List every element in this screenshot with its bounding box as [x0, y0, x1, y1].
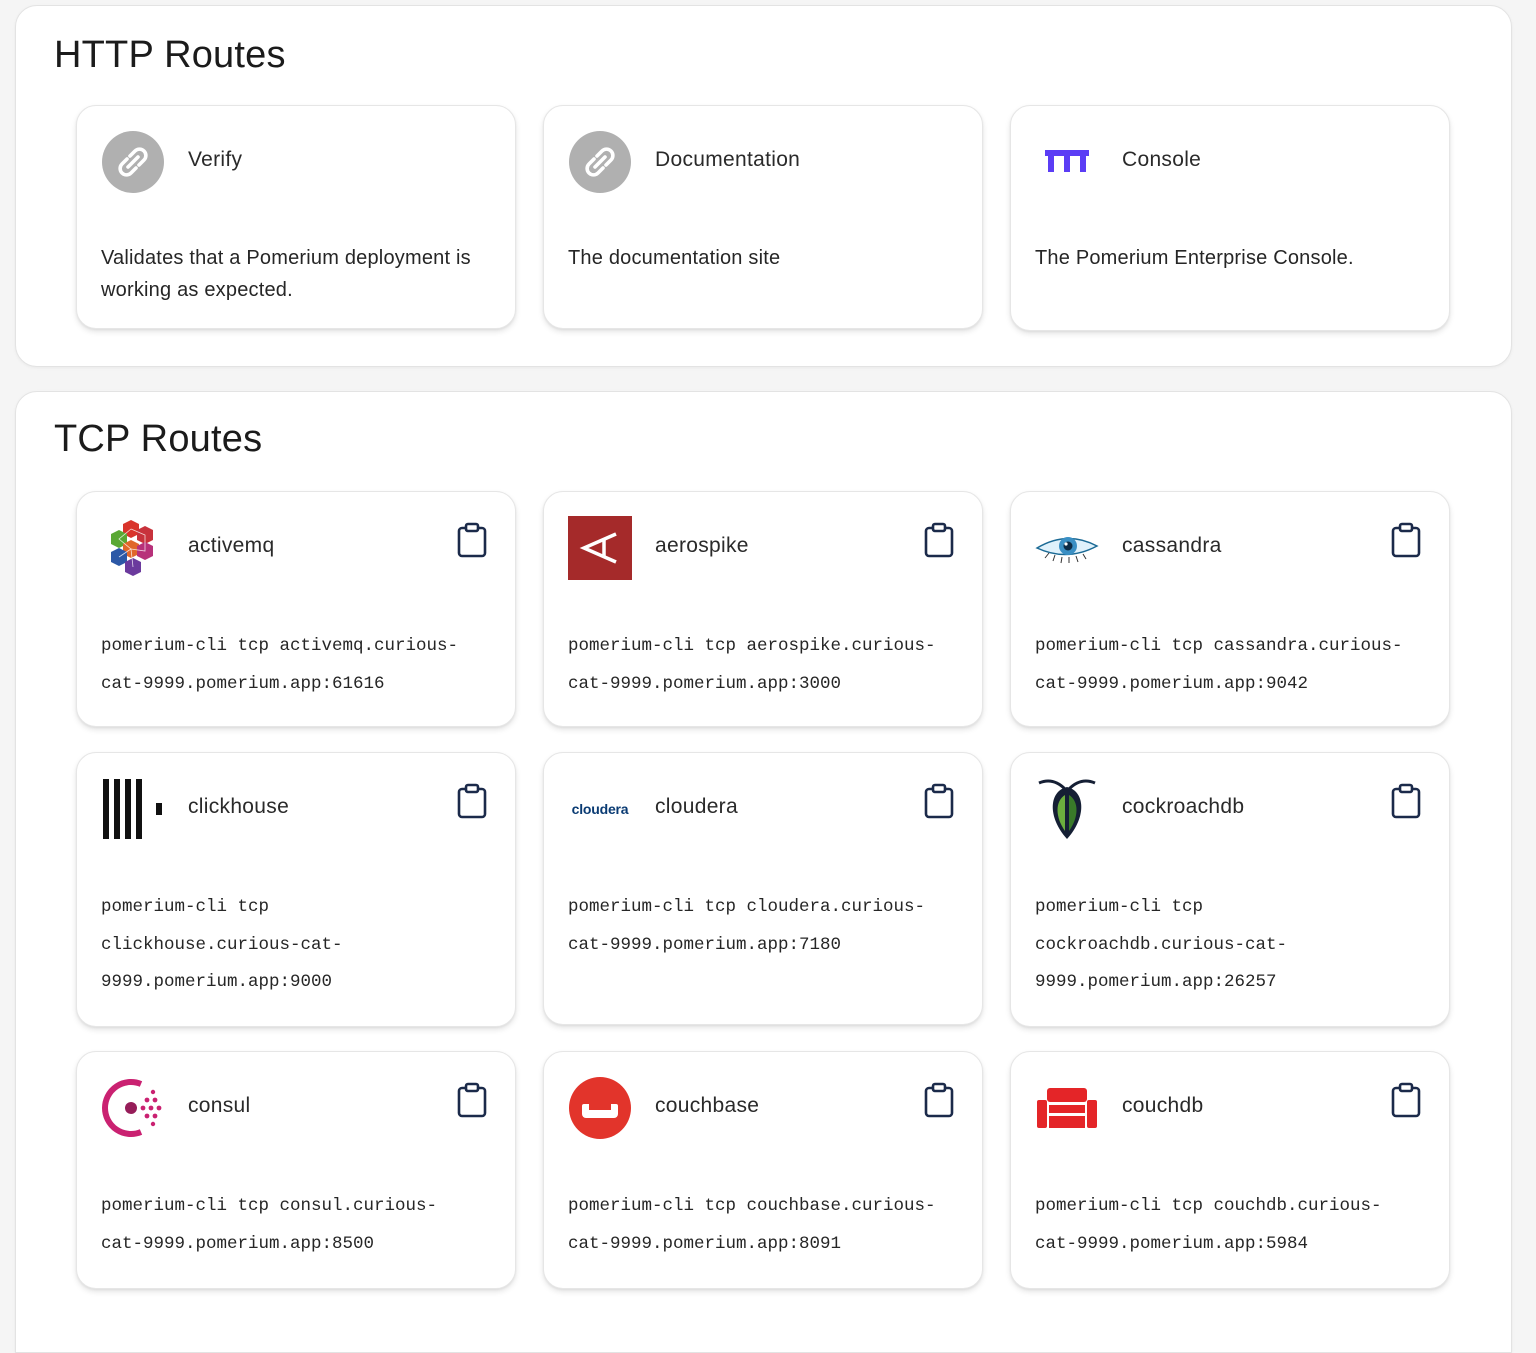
cockroachdb-logo: [1035, 777, 1099, 841]
route-title: cassandra: [1122, 534, 1222, 557]
route-description: Validates that a Pomerium deployment is …: [101, 247, 471, 301]
aerospike-logo: [568, 516, 632, 580]
tcp-routes-section: TCP Routes activemq pomerium-cli tcp act…: [15, 391, 1512, 1353]
route-command: pomerium-cli tcp cockroachdb.curious-cat…: [1035, 897, 1288, 992]
route-card-console[interactable]: Console The Pomerium Enterprise Console.: [1010, 105, 1450, 331]
route-card-cassandra[interactable]: cassandra pomerium-cli tcp cassandra.cur…: [1010, 491, 1450, 727]
pomerium-logo-icon: [1035, 130, 1099, 194]
activemq-logo: [101, 516, 165, 580]
clipboard-icon[interactable]: [457, 783, 487, 819]
tcp-routes-title: TCP Routes: [54, 418, 263, 460]
clipboard-icon[interactable]: [924, 783, 954, 819]
route-card-aerospike[interactable]: aerospike pomerium-cli tcp aerospike.cur…: [543, 491, 983, 727]
clipboard-icon[interactable]: [457, 1082, 487, 1118]
couchdb-logo: [1035, 1076, 1099, 1140]
route-card-cloudera[interactable]: cloudera cloudera pomerium-cli tcp cloud…: [543, 752, 983, 1025]
clipboard-icon[interactable]: [457, 522, 487, 558]
route-card-verify[interactable]: Verify Validates that a Pomerium deploym…: [76, 105, 516, 329]
route-command: pomerium-cli tcp clickhouse.curious-cat-…: [101, 897, 343, 992]
route-title: aerospike: [655, 534, 749, 557]
route-title: couchdb: [1122, 1094, 1204, 1117]
route-title: clickhouse: [188, 795, 290, 818]
route-card-cockroachdb[interactable]: cockroachdb pomerium-cli tcp cockroachdb…: [1010, 752, 1450, 1027]
route-title: consul: [188, 1094, 251, 1117]
route-description: The Pomerium Enterprise Console.: [1035, 247, 1354, 269]
route-title: cockroachdb: [1122, 795, 1245, 818]
route-command: pomerium-cli tcp cloudera.curious-cat-99…: [568, 897, 926, 955]
route-card-activemq[interactable]: activemq pomerium-cli tcp activemq.curio…: [76, 491, 516, 727]
route-title: Console: [1122, 148, 1202, 171]
route-title: Verify: [188, 148, 243, 171]
cassandra-logo: [1035, 516, 1099, 580]
route-title: Documentation: [655, 148, 801, 171]
route-title: cloudera: [655, 795, 738, 818]
cloudera-logo: cloudera: [568, 777, 632, 841]
clipboard-icon[interactable]: [1391, 522, 1421, 558]
route-card-couchbase[interactable]: couchbase pomerium-cli tcp couchbase.cur…: [543, 1051, 983, 1289]
route-card-couchdb[interactable]: couchdb pomerium-cli tcp couchdb.curious…: [1010, 1051, 1450, 1289]
route-card-documentation[interactable]: Documentation The documentation site: [543, 105, 983, 329]
http-routes-title: HTTP Routes: [54, 34, 286, 76]
clipboard-icon[interactable]: [1391, 783, 1421, 819]
link-icon: [568, 130, 632, 194]
couchbase-logo: [568, 1076, 632, 1140]
consul-logo: [101, 1076, 165, 1140]
route-title: activemq: [188, 534, 275, 557]
link-icon: [101, 130, 165, 194]
route-command: pomerium-cli tcp aerospike.curious-cat-9…: [568, 636, 936, 694]
clipboard-icon[interactable]: [924, 1082, 954, 1118]
route-title: couchbase: [655, 1094, 760, 1117]
clickhouse-logo: [101, 777, 165, 841]
route-command: pomerium-cli tcp consul.curious-cat-9999…: [101, 1196, 438, 1254]
route-card-clickhouse[interactable]: clickhouse pomerium-cli tcp clickhouse.c…: [76, 752, 516, 1027]
route-description: The documentation site: [568, 247, 781, 269]
route-command: pomerium-cli tcp couchdb.curious-cat-999…: [1035, 1196, 1382, 1254]
route-command: pomerium-cli tcp cassandra.curious-cat-9…: [1035, 636, 1403, 694]
cloudera-logo-text: cloudera: [571, 801, 629, 817]
route-card-consul[interactable]: consul pomerium-cli tcp consul.curious-c…: [76, 1051, 516, 1289]
clipboard-icon[interactable]: [1391, 1082, 1421, 1118]
http-routes-section: HTTP Routes Verify Validates that a Pome…: [15, 5, 1512, 367]
clipboard-icon[interactable]: [924, 522, 954, 558]
route-command: pomerium-cli tcp couchbase.curious-cat-9…: [568, 1196, 936, 1254]
route-command: pomerium-cli tcp activemq.curious-cat-99…: [101, 636, 459, 694]
